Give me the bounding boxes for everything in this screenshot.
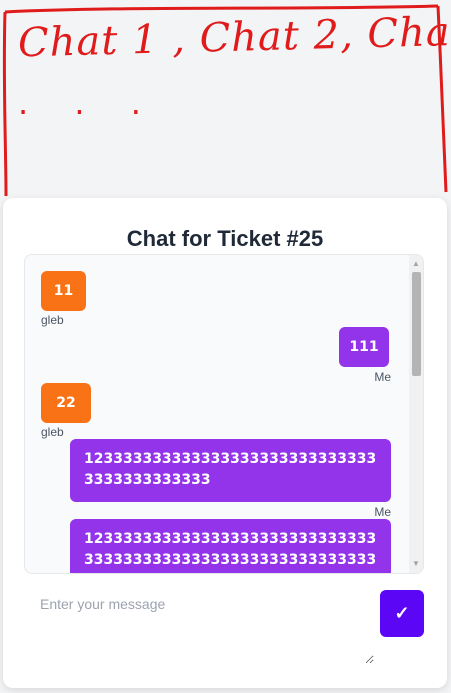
message-scrollbar[interactable]: ▲ ▼ <box>409 255 423 573</box>
message-item: 111 Me <box>339 327 391 384</box>
message-sender: Me <box>374 370 391 384</box>
message-item: 1233333333333333333333333333333333333333… <box>70 519 391 573</box>
message-list[interactable]: 11 gleb 111 Me 22 gleb 12333333333333333… <box>24 254 424 574</box>
message-bubble: 11 <box>41 271 86 311</box>
message-sender: Me <box>374 505 391 519</box>
annotation-dots: . . . <box>18 84 159 122</box>
handwritten-annotation: Chat 1 , Chat 2, Chat 3 . . . <box>0 0 451 200</box>
scroll-down-arrow-icon[interactable]: ▼ <box>409 557 423 571</box>
message-bubble: 1233333333333333333333333333333333333333… <box>70 439 391 502</box>
message-bubble: 1233333333333333333333333333333333333333… <box>70 519 391 573</box>
message-sender: gleb <box>41 425 64 439</box>
scroll-thumb[interactable] <box>412 272 421 376</box>
scroll-up-arrow-icon[interactable]: ▲ <box>409 257 423 271</box>
message-bubble: 111 <box>339 327 389 367</box>
check-icon: ✓ <box>394 603 410 623</box>
message-item: 11 gleb <box>41 271 86 327</box>
chat-card: Chat for Ticket #25 11 gleb 111 Me 22 gl… <box>3 198 447 688</box>
message-input[interactable] <box>24 586 374 664</box>
send-button[interactable]: ✓ <box>380 590 424 637</box>
message-sender: gleb <box>41 313 64 327</box>
message-bubble: 22 <box>41 383 91 423</box>
message-item: 1233333333333333333333333333333333333333… <box>70 439 391 519</box>
message-item: 22 gleb <box>41 383 91 439</box>
chat-title: Chat for Ticket #25 <box>126 226 324 251</box>
